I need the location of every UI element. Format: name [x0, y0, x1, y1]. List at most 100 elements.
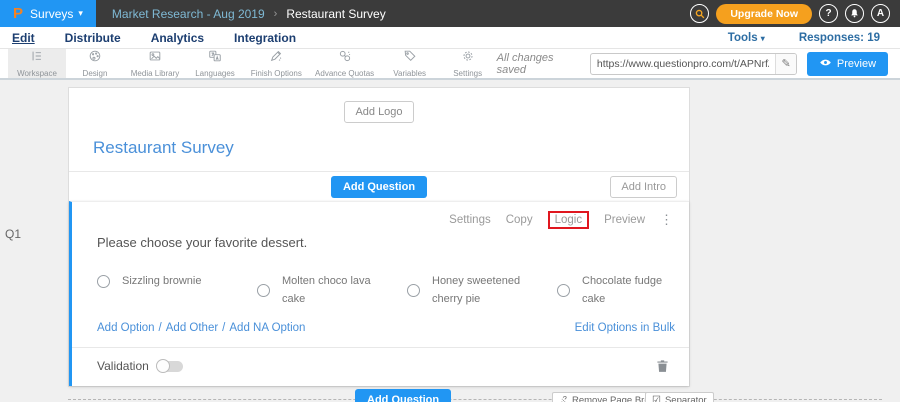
- bell-icon: [849, 8, 860, 19]
- validation-row: Validation: [72, 347, 689, 386]
- validation-toggle[interactable]: [157, 361, 183, 372]
- question-text[interactable]: Please choose your favorite dessert.: [97, 235, 689, 250]
- option-chocolate-fudge-cake[interactable]: Chocolate fudge cake: [557, 272, 689, 308]
- link-separator: /: [222, 322, 225, 334]
- toolbar-item-label: Variables: [393, 69, 426, 78]
- chevron-down-icon: ▾: [761, 34, 765, 43]
- question-options: Sizzling brownie Molten choco lava cake …: [72, 250, 689, 308]
- tag-icon: [403, 49, 417, 68]
- edit-options-in-bulk-link[interactable]: Edit Options in Bulk: [575, 322, 675, 334]
- question-settings-link[interactable]: Settings: [449, 214, 491, 226]
- search-icon: [694, 8, 706, 20]
- workspace-area: Q1 Add Logo Restaurant Survey Add Questi…: [0, 80, 900, 400]
- radio-icon[interactable]: [257, 284, 270, 297]
- tab-integration[interactable]: Integration: [234, 31, 296, 45]
- toolbar-item-media-library[interactable]: Media Library: [124, 49, 186, 78]
- toolbar-item-settings[interactable]: Settings: [439, 49, 497, 78]
- toolbar-item-label: Settings: [453, 69, 482, 78]
- toolbar-item-finish-options[interactable]: Finish Options: [244, 49, 309, 78]
- toolbar-item-label: Advance Quotas: [315, 69, 374, 78]
- tab-edit[interactable]: Edit: [12, 31, 35, 45]
- survey-url-input[interactable]: [591, 58, 776, 70]
- topbar-actions: Upgrade Now ? A: [690, 4, 900, 24]
- toolbar-item-variables[interactable]: Variables: [381, 49, 439, 78]
- tools-menu[interactable]: Tools ▾: [728, 32, 765, 44]
- question-block: Settings Copy Logic Preview ⋮ Please cho…: [69, 201, 689, 386]
- toolbar-item-label: Languages: [195, 69, 235, 78]
- add-intro-button[interactable]: Add Intro: [610, 176, 677, 198]
- tools-label: Tools: [728, 32, 758, 44]
- option-honey-sweetened-cherry-pie[interactable]: Honey sweetened cherry pie: [407, 272, 557, 308]
- nav-right: Tools ▾ Responses: 19: [728, 32, 888, 44]
- help-button[interactable]: ?: [819, 4, 838, 23]
- autosave-status: All changes saved: [497, 52, 580, 76]
- add-other-link[interactable]: Add Other: [166, 322, 218, 334]
- preview-label: Preview: [837, 58, 876, 70]
- quota-links-icon: [338, 49, 352, 68]
- image-icon: [148, 49, 162, 68]
- separator-label: Separator: [665, 395, 707, 402]
- add-option-link[interactable]: Add Option: [97, 322, 155, 334]
- page-break-line: [68, 399, 882, 400]
- gear-icon: [461, 49, 475, 68]
- radio-icon[interactable]: [407, 284, 420, 297]
- workspace-icon: [30, 49, 44, 68]
- eye-icon: [819, 56, 832, 72]
- main-nav: Edit Distribute Analytics Integration To…: [0, 27, 900, 49]
- toolbar-item-design[interactable]: Design: [66, 49, 124, 78]
- survey-header-section: Add Logo Restaurant Survey: [69, 88, 689, 172]
- account-button[interactable]: A: [871, 4, 890, 23]
- product-menu[interactable]: P Surveys ▾: [0, 0, 96, 27]
- broken-link-icon: [559, 396, 568, 402]
- question-logic-link-highlighted[interactable]: Logic: [548, 211, 590, 229]
- add-logo-button[interactable]: Add Logo: [344, 101, 413, 123]
- separator-checkbox[interactable]: ☑ Separator: [645, 392, 714, 402]
- edit-url-button[interactable]: ✎: [775, 53, 795, 75]
- tab-distribute[interactable]: Distribute: [65, 31, 121, 45]
- survey-url-field: ✎: [590, 53, 797, 75]
- question-mark-icon: ?: [825, 8, 831, 19]
- toolbar-item-workspace[interactable]: Workspace: [8, 49, 66, 78]
- product-menu-label: Surveys: [30, 7, 73, 21]
- question-preview-link[interactable]: Preview: [604, 214, 645, 226]
- toolbar-item-label: Design: [83, 69, 108, 78]
- breadcrumb-separator: ›: [274, 8, 278, 20]
- toolbar-item-advance-quotas[interactable]: Advance Quotas: [309, 49, 381, 78]
- toggle-knob: [156, 359, 170, 373]
- kebab-menu-icon[interactable]: ⋮: [660, 213, 673, 226]
- question-actions: Settings Copy Logic Preview ⋮: [72, 202, 689, 226]
- questionpro-logo-icon: P: [13, 6, 23, 21]
- add-na-option-link[interactable]: Add NA Option: [229, 322, 305, 334]
- avatar: A: [877, 8, 884, 19]
- option-label[interactable]: Chocolate fudge cake: [582, 272, 678, 308]
- option-sizzling-brownie[interactable]: Sizzling brownie: [97, 272, 257, 290]
- survey-title[interactable]: Restaurant Survey: [93, 138, 689, 158]
- chevron-down-icon: ▾: [78, 8, 83, 19]
- option-molten-choco-lava-cake[interactable]: Molten choco lava cake: [257, 272, 407, 308]
- tab-analytics[interactable]: Analytics: [151, 31, 204, 45]
- toolbar-item-languages[interactable]: Languages: [186, 49, 244, 78]
- preview-button[interactable]: Preview: [807, 52, 888, 76]
- option-label[interactable]: Molten choco lava cake: [282, 272, 378, 308]
- delete-question-button[interactable]: [656, 359, 669, 373]
- add-question-button-bottom[interactable]: Add Question: [355, 389, 451, 402]
- translate-icon: [208, 49, 222, 68]
- upgrade-now-button[interactable]: Upgrade Now: [716, 4, 812, 24]
- palette-icon: [88, 49, 102, 68]
- radio-icon[interactable]: [557, 284, 570, 297]
- option-label[interactable]: Honey sweetened cherry pie: [432, 272, 528, 308]
- option-label[interactable]: Sizzling brownie: [122, 272, 201, 290]
- radio-icon[interactable]: [97, 275, 110, 288]
- top-bar: P Surveys ▾ Market Research - Aug 2019 ›…: [0, 0, 900, 27]
- breadcrumb-parent[interactable]: Market Research - Aug 2019: [112, 7, 265, 21]
- responses-count[interactable]: Responses: 19: [799, 32, 880, 44]
- option-links-row: Add Option / Add Other / Add NA Option E…: [72, 308, 689, 347]
- search-button[interactable]: [690, 4, 709, 23]
- trash-icon: [656, 360, 669, 377]
- question-copy-link[interactable]: Copy: [506, 214, 533, 226]
- toolbar-item-label: Finish Options: [251, 69, 302, 78]
- pen-icon: [269, 49, 283, 68]
- breadcrumb-current: Restaurant Survey: [286, 7, 385, 21]
- add-question-button[interactable]: Add Question: [331, 176, 427, 198]
- notifications-button[interactable]: [845, 4, 864, 23]
